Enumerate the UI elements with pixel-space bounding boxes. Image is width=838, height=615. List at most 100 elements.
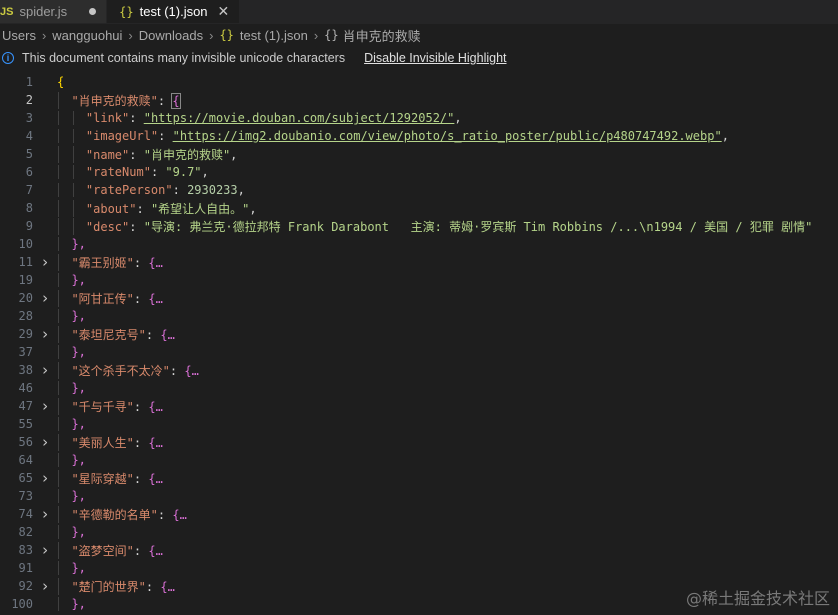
line-number: 9 [25, 219, 33, 233]
code-content: }, [57, 561, 838, 575]
code-line[interactable]: 74 › "辛德勒的名单": {… [0, 505, 838, 523]
line-number: 74 [18, 507, 33, 521]
code-line[interactable]: 29 › "泰坦尼克号": {… [0, 325, 838, 343]
fold-chevron-right-icon[interactable]: › [33, 541, 57, 559]
folded-region[interactable]: {… [160, 580, 174, 594]
unsaved-dot-icon[interactable] [89, 8, 97, 15]
code-content: "ratePerson": 2930233, [57, 183, 838, 197]
indent-guide [58, 129, 59, 143]
code-line[interactable]: 55 }, [0, 415, 838, 433]
fold-chevron-right-icon[interactable]: › [33, 469, 57, 487]
code-line[interactable]: 10 }, [0, 235, 838, 253]
json-key: "ratePerson" [85, 183, 173, 197]
folded-region[interactable]: {… [172, 508, 186, 522]
fold-gutter [33, 202, 57, 215]
json-key: "name" [85, 147, 130, 162]
code-line[interactable]: 5 "name": "肖申克的救赎", [0, 145, 838, 163]
breadcrumb-item-users[interactable]: Users [2, 28, 36, 43]
code-line[interactable]: 47 › "千与千寻": {… [0, 397, 838, 415]
indent-guide [72, 129, 74, 143]
code-line[interactable]: 91 }, [0, 559, 838, 577]
fold-chevron-right-icon[interactable]: › [33, 361, 57, 379]
code-line[interactable]: 1 { [0, 73, 838, 91]
code-line[interactable]: 3 "link": "https://movie.douban.com/subj… [0, 109, 838, 127]
comma: , [201, 165, 209, 179]
code-line[interactable]: 73 }, [0, 487, 838, 505]
fold-chevron-right-icon[interactable]: › [33, 577, 57, 595]
folded-region[interactable]: {… [148, 472, 162, 486]
fold-chevron-right-icon[interactable]: › [33, 253, 57, 271]
close-icon[interactable]: ✕ [218, 3, 230, 20]
tab-spider-js[interactable]: JS spider.js [0, 0, 108, 23]
line-number: 91 [18, 561, 33, 575]
indent-guide [58, 199, 59, 217]
indent-guide [58, 91, 59, 109]
code-line[interactable]: 38 › "这个杀手不太冷": {… [0, 361, 838, 379]
code-editor[interactable]: 1 {2 "肖申克的救赎": {3 "link": "https://movie… [0, 73, 838, 615]
folded-region[interactable]: {… [160, 328, 174, 342]
breadcrumb-item-wangguohui[interactable]: wangguohui [52, 28, 122, 43]
code-line[interactable]: 82 }, [0, 523, 838, 541]
folded-region[interactable]: {… [148, 292, 162, 306]
indent-guide [58, 433, 59, 451]
code-content: }, [57, 489, 838, 503]
code-line[interactable]: 8 "about": "希望让人自由。", [0, 199, 838, 217]
indent-guide [58, 541, 59, 559]
colon: : [133, 291, 149, 306]
fold-gutter [33, 274, 57, 287]
fold-chevron-right-icon[interactable]: › [33, 505, 57, 523]
breadcrumb-item-file[interactable]: test (1).json [240, 28, 308, 43]
breadcrumb-item-downloads[interactable]: Downloads [139, 28, 203, 43]
line-number: 8 [25, 201, 33, 215]
chevron-right-icon: › [41, 27, 47, 43]
line-number: 20 [18, 291, 33, 305]
code-line[interactable]: 9 "desc": "导演: 弗兰克·德拉邦特 Frank Darabont 主… [0, 217, 838, 235]
indent-guide [58, 309, 59, 323]
json-brace-close: }, [71, 525, 86, 539]
code-content: "about": "希望让人自由。", [57, 199, 838, 217]
code-line[interactable]: 83 › "盗梦空间": {… [0, 541, 838, 559]
fold-gutter [33, 220, 57, 233]
colon: : [133, 399, 149, 414]
code-line[interactable]: 6 "rateNum": "9.7", [0, 163, 838, 181]
colon: : [133, 471, 149, 486]
folded-region[interactable]: {… [184, 364, 198, 378]
folded-region[interactable]: {… [148, 256, 162, 270]
breadcrumb-item-symbol[interactable]: 肖申克的救赎 [343, 26, 421, 45]
code-line[interactable]: 46 }, [0, 379, 838, 397]
fold-chevron-right-icon[interactable]: › [33, 325, 57, 343]
disable-invisible-highlight-link[interactable]: Disable Invisible Highlight [364, 51, 506, 65]
fold-chevron-right-icon[interactable]: › [33, 397, 57, 415]
folded-region[interactable]: {… [148, 544, 162, 558]
indent-guide [58, 489, 59, 503]
fold-chevron-right-icon[interactable]: › [33, 433, 57, 451]
code-content: "美丽人生": {… [57, 433, 838, 451]
indent-guide [58, 345, 59, 359]
indent-guide [58, 397, 59, 415]
json-url-value[interactable]: "https://img2.doubanio.com/view/photo/s_… [173, 129, 722, 143]
code-line[interactable]: 7 "ratePerson": 2930233, [0, 181, 838, 199]
tab-test-json[interactable]: {} test (1).json ✕ [107, 0, 241, 23]
code-line[interactable]: 65 › "星际穿越": {… [0, 469, 838, 487]
colon: : [133, 255, 149, 270]
folded-region[interactable]: {… [148, 400, 162, 414]
fold-chevron-right-icon[interactable]: › [33, 289, 57, 307]
code-line[interactable]: 28 }, [0, 307, 838, 325]
code-line[interactable]: 56 › "美丽人生": {… [0, 433, 838, 451]
code-line[interactable]: 19 }, [0, 271, 838, 289]
code-line[interactable]: 64 }, [0, 451, 838, 469]
code-line[interactable]: 11 › "霸王别姬": {… [0, 253, 838, 271]
code-line[interactable]: 37 }, [0, 343, 838, 361]
code-line[interactable]: 2 "肖申克的救赎": { [0, 91, 838, 109]
code-line[interactable]: 4 "imageUrl": "https://img2.doubanio.com… [0, 127, 838, 145]
fold-gutter [33, 112, 57, 125]
json-url-value[interactable]: "https://movie.douban.com/subject/129205… [144, 111, 455, 125]
indent-guide [58, 273, 59, 287]
json-key: "千与千寻" [71, 399, 134, 414]
indent-guide [58, 111, 59, 125]
info-icon: i [2, 52, 14, 64]
code-line[interactable]: 20 › "阿甘正传": {… [0, 289, 838, 307]
folded-region[interactable]: {… [148, 436, 162, 450]
line-number: 46 [18, 381, 33, 395]
json-key: "泰坦尼克号" [71, 327, 146, 342]
